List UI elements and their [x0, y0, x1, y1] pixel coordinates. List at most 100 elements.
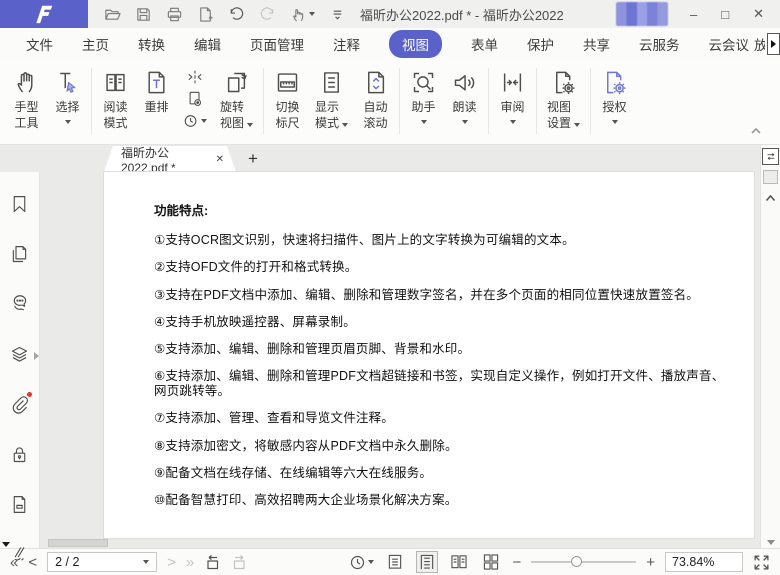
single-page-icon: [387, 554, 403, 570]
select-tool-button[interactable]: 选择: [47, 68, 88, 125]
maximize-button[interactable]: □: [721, 7, 729, 22]
horizontal-scrollbar-thumb[interactable]: [48, 539, 108, 547]
pdf-paragraph: ⑨配备文档在线存储、在线编辑等六大在线服务。: [154, 466, 738, 481]
recent-zoom-button[interactable]: [349, 554, 374, 571]
customize-toolbar-icon[interactable]: [329, 6, 346, 23]
fields-panel-button[interactable]: [9, 494, 30, 518]
fullscreen-button[interactable]: [753, 554, 770, 571]
menu-home[interactable]: 主页: [82, 34, 109, 54]
layers-icon: [9, 344, 30, 365]
new-page-icon[interactable]: [197, 6, 214, 23]
rotate-view-button[interactable]: 旋转 视图: [213, 68, 260, 132]
hand-tool-quick-button[interactable]: [290, 6, 315, 23]
close-button[interactable]: ✕: [753, 6, 764, 22]
next-page-button[interactable]: >: [167, 555, 176, 570]
collapse-ribbon-button[interactable]: [750, 123, 762, 138]
menu-cloud-meeting[interactable]: 云会议: [709, 34, 750, 54]
vertical-scroll-rail[interactable]: [760, 145, 780, 548]
facing-view-button[interactable]: [448, 551, 470, 573]
menu-view-active[interactable]: 视图: [389, 30, 442, 58]
reflow-button[interactable]: 重排: [136, 68, 177, 117]
menu-protect[interactable]: 保护: [527, 34, 554, 54]
page-lines-icon: [318, 69, 345, 96]
last-page-button[interactable]: »: [186, 555, 194, 570]
attachments-panel-button[interactable]: [9, 394, 30, 418]
user-avatar[interactable]: [616, 2, 668, 26]
menu-page-management[interactable]: 页面管理: [250, 34, 304, 54]
save-icon[interactable]: [135, 6, 152, 23]
menu-cloud-services[interactable]: 云服务: [639, 34, 680, 54]
page-preview-eye-icon[interactable]: [187, 91, 203, 107]
read-mode-button[interactable]: 阅读 模式: [95, 68, 136, 132]
signature-panel-button[interactable]: [9, 544, 30, 568]
history-button[interactable]: [183, 113, 207, 129]
menu-file[interactable]: 文件: [26, 34, 53, 54]
sidebar-more-button[interactable]: [2, 542, 10, 547]
previous-view-button[interactable]: [204, 554, 221, 571]
swap-view-button[interactable]: [762, 148, 779, 165]
hand-tool-button[interactable]: 手型 工具: [6, 68, 47, 132]
comments-panel-button[interactable]: [9, 294, 30, 318]
continuous-page-icon: [419, 554, 435, 570]
zoom-slider-knob[interactable]: [571, 556, 582, 567]
read-aloud-button[interactable]: 朗读: [444, 68, 485, 125]
zoom-level-input[interactable]: 73.84%: [665, 552, 743, 572]
dropdown-caret-icon: [462, 120, 468, 124]
zoom-slider[interactable]: [531, 561, 636, 563]
single-page-view-button[interactable]: [384, 551, 406, 573]
read-aloud-label: 朗读: [453, 100, 477, 116]
review-button[interactable]: 审阅: [492, 68, 533, 125]
pdf-paragraph: ⑤支持添加、编辑、删除和管理页眉页脚、背景和水印。: [154, 342, 738, 357]
foxit-logo[interactable]: [0, 0, 88, 28]
undo-icon[interactable]: [228, 6, 245, 23]
page-number-input[interactable]: 2 / 2: [47, 552, 157, 572]
display-mode-button[interactable]: 显示 模式: [308, 68, 355, 132]
vertical-scrollbar-thumb[interactable]: [763, 170, 778, 184]
pdf-page[interactable]: 功能特点: ①支持OCR图文识别，快速将扫描件、图片上的文字转换为可编辑的文本。…: [104, 172, 754, 538]
expand-sidebar-handle[interactable]: [34, 352, 39, 360]
document-tab-active[interactable]: 福昕办公2022.pdf * ✕: [104, 146, 236, 172]
open-file-icon[interactable]: [104, 6, 121, 23]
zoom-out-button[interactable]: −: [512, 555, 521, 570]
menu-comment[interactable]: 注释: [333, 34, 360, 54]
security-panel-button[interactable]: [9, 444, 30, 468]
toolbar-divider: [91, 68, 92, 134]
menu-form[interactable]: 表单: [471, 34, 498, 54]
ribbon-menu-bar: 文件 主页 转换 编辑 页面管理 注释 视图 表单 保护 共享 云服务 云会议 …: [0, 28, 780, 60]
pages-panel-button[interactable]: [9, 244, 30, 268]
hand-icon: [13, 69, 40, 96]
split-view-icon[interactable]: [187, 69, 203, 85]
dropdown-caret-icon: [612, 120, 618, 124]
view-settings-button[interactable]: 视图 设置: [540, 68, 587, 132]
license-gear-icon: [601, 69, 628, 96]
facing-continuous-view-button[interactable]: [480, 551, 502, 573]
menu-overflow-partial[interactable]: 放: [754, 34, 765, 54]
status-bar: « < 2 / 2 > »: [0, 548, 780, 575]
continuous-view-button[interactable]: [416, 551, 438, 573]
scroll-down-button[interactable]: [767, 540, 775, 545]
next-view-button[interactable]: [231, 554, 248, 571]
back-view-icon: [204, 554, 221, 571]
menu-share[interactable]: 共享: [583, 34, 610, 54]
document-view-area[interactable]: 功能特点: ①支持OCR图文识别，快速将扫描件、图片上的文字转换为可编辑的文本。…: [40, 172, 760, 548]
clock-icon: [349, 554, 366, 571]
menu-convert[interactable]: 转换: [138, 34, 165, 54]
menu-scroll-right-button[interactable]: [767, 33, 780, 55]
auto-scroll-button[interactable]: 自动 滚动: [355, 68, 396, 132]
print-icon[interactable]: [166, 6, 183, 23]
minimize-button[interactable]: –: [690, 7, 697, 22]
chevron-up-icon: [765, 194, 776, 202]
zoom-in-button[interactable]: +: [646, 555, 655, 570]
new-tab-button[interactable]: +: [248, 150, 258, 167]
toggle-ruler-button[interactable]: 切换 标尺: [267, 68, 308, 132]
redo-icon[interactable]: [259, 6, 276, 23]
bookmarks-panel-button[interactable]: [9, 194, 30, 218]
layers-panel-button[interactable]: [9, 344, 30, 368]
tab-close-icon[interactable]: ✕: [216, 154, 224, 165]
license-button[interactable]: 授权: [594, 68, 635, 125]
hand-tool-label: 手型 工具: [14, 100, 38, 131]
assistant-button[interactable]: 助手: [403, 68, 444, 125]
scroll-up-button[interactable]: [765, 190, 776, 205]
foxit-f-icon: [33, 3, 55, 25]
menu-edit[interactable]: 编辑: [194, 34, 221, 54]
